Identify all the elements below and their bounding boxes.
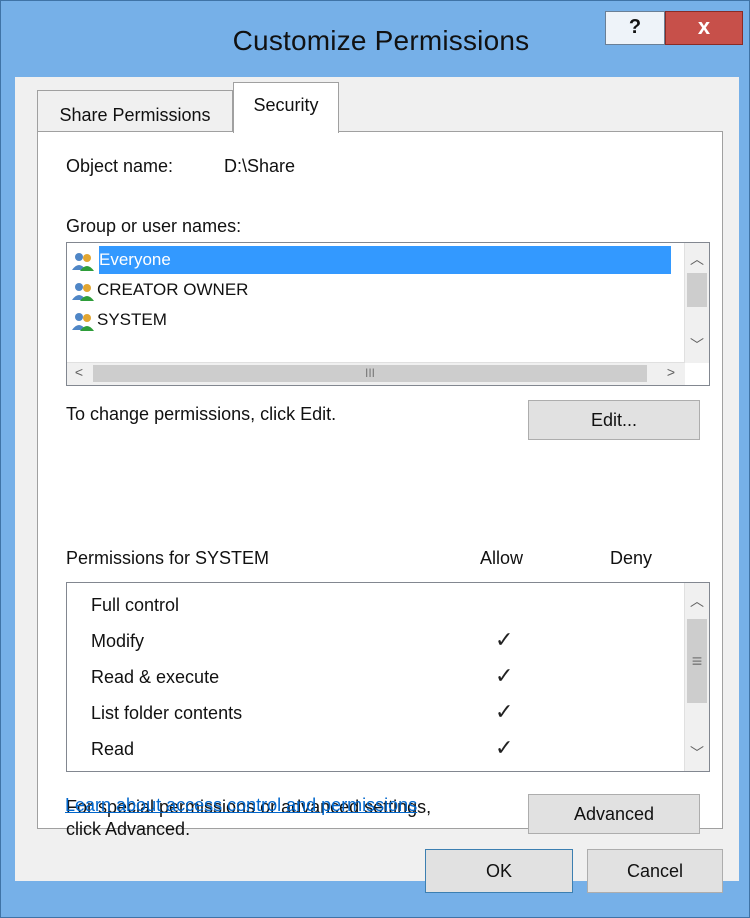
allow-check-icon: ✓ [495,627,514,652]
object-name-value: D:\Share [224,156,296,176]
list-item[interactable]: Everyone [71,246,675,274]
help-button[interactable]: ? [605,11,665,45]
list-item-label: SYSTEM [97,310,167,329]
permissions-list[interactable]: Full control Modify ✓ Read & execute ✓ L… [66,582,710,772]
group-list-vscrollbar[interactable]: ︿ ﹀ [684,243,709,363]
users-icon [71,280,97,302]
allow-column-header: Allow [480,548,524,568]
scroll-left-icon[interactable]: < [71,364,87,380]
title-bar[interactable]: Customize Permissions ? x [1,1,749,81]
group-names-label: Group or user names: [66,216,242,236]
scroll-right-icon[interactable]: > [663,364,679,380]
list-item-label: CREATOR OWNER [97,280,249,299]
permission-row: Modify [91,631,145,651]
permissions-vscrollbar[interactable]: ︿ ≡ ﹀ [684,583,709,771]
advanced-hint-line-2: click Advanced. [66,819,191,839]
allow-check-icon: ✓ [495,735,514,760]
vscroll-thumb[interactable] [687,273,707,307]
tab-security[interactable]: Security [233,82,339,133]
learn-more-link[interactable]: Learn about access control and permissio… [65,795,417,816]
permission-row: Full control [91,595,180,615]
permission-row: List folder contents [91,703,243,723]
permissions-header: Permissions for SYSTEM [66,548,270,568]
deny-column-header: Deny [610,548,653,568]
users-icon [71,250,97,272]
hscroll-thumb[interactable]: III [93,365,647,382]
tab-share-permissions[interactable]: Share Permissions [37,90,233,132]
scroll-up-icon[interactable]: ︿ [685,249,709,269]
dialog-client-area: Share Permissions Security Object name: … [15,77,739,893]
allow-check-icon: ✓ [495,663,514,688]
object-name-label: Object name: [66,156,174,176]
cancel-button[interactable]: Cancel [587,849,723,893]
edit-hint-text: To change permissions, click Edit. [66,404,337,424]
scroll-down-icon[interactable]: ﹀ [685,335,709,355]
close-button[interactable]: x [665,11,743,45]
group-list-hscrollbar[interactable]: < III > [67,362,685,385]
advanced-button[interactable]: Advanced [528,794,700,834]
allow-check-icon: ✓ [495,699,514,724]
permission-row: Read & execute [91,667,220,687]
dialog-window: Customize Permissions ? x Share Permissi… [0,0,750,918]
group-user-list[interactable]: Everyone CREATOR OWNER SYSTEM ︿ ﹀ < III … [66,242,710,386]
permission-row: Read [91,739,135,759]
list-item-label: Everyone [99,250,171,269]
security-tab-panel: Object name: D:\Share Group or user name… [37,131,723,839]
users-icon [71,310,97,332]
edit-button[interactable]: Edit... [528,400,700,440]
vscroll-thumb[interactable]: ≡ [687,619,707,703]
scroll-up-icon[interactable]: ︿ [685,591,709,611]
ok-button[interactable]: OK [425,849,573,893]
scroll-down-icon[interactable]: ﹀ [685,743,709,763]
list-item[interactable]: SYSTEM [71,306,167,334]
list-item[interactable]: CREATOR OWNER [71,276,248,304]
